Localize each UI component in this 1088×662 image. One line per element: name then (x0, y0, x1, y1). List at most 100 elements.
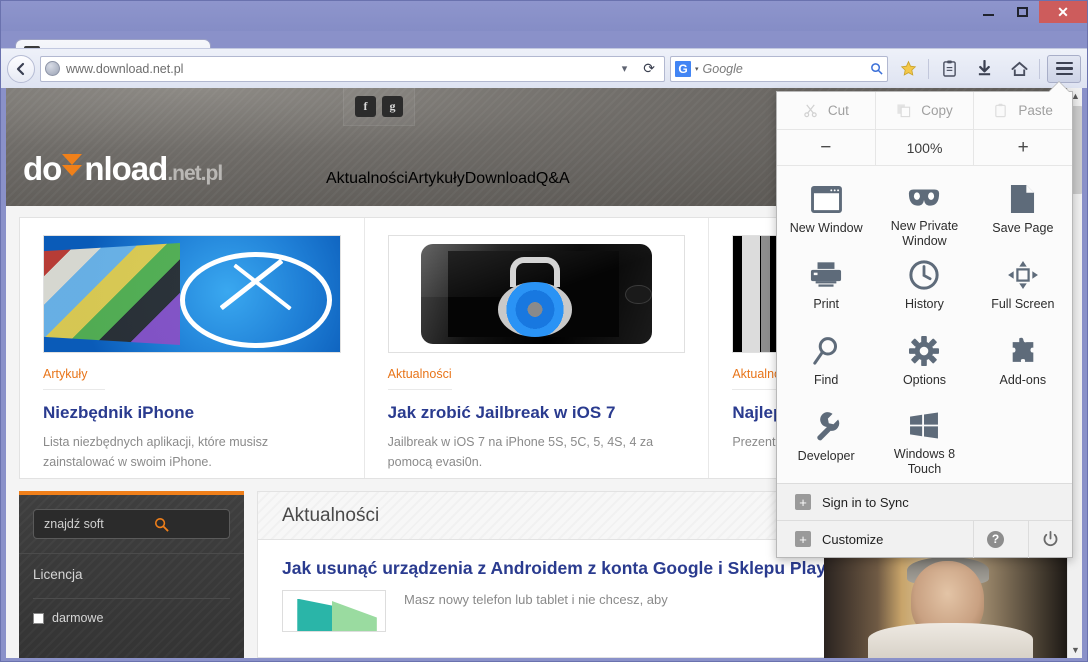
brush-shape (233, 263, 292, 311)
search-icon[interactable] (870, 62, 883, 75)
paste-button[interactable]: Paste (974, 92, 1072, 129)
card-title[interactable]: Jak zrobić Jailbreak w iOS 7 (388, 402, 686, 423)
reading-list-icon[interactable] (934, 55, 964, 83)
cut-button[interactable]: Cut (777, 92, 876, 129)
filter-option-label: darmowe (52, 611, 104, 625)
filter-sidebar: znajdź soft Licencja darmowe (19, 491, 244, 658)
menu-item-label: Windows 8 Touch (893, 446, 956, 477)
site-logo[interactable]: do nload .net.pl (23, 150, 223, 188)
copy-label: Copy (921, 103, 953, 118)
plus-icon: + (795, 531, 811, 547)
app-icons-collage (44, 242, 180, 346)
checkbox-icon[interactable] (33, 612, 44, 624)
scroll-down-arrow-icon[interactable]: ▼ (1068, 642, 1082, 658)
copy-icon (896, 103, 911, 118)
menu-footer: + Sign in to Sync + Customize ? (777, 483, 1072, 558)
card-item-2[interactable]: Aktualności Jak zrobić Jailbreak w iOS 7… (365, 218, 710, 478)
fullscreen-icon (1007, 258, 1038, 292)
card-category[interactable]: Aktualności (387, 367, 452, 390)
news-thumbnail[interactable] (282, 590, 386, 633)
menu-item-addons[interactable]: Add-ons (974, 326, 1072, 402)
downloads-icon[interactable] (969, 55, 999, 83)
copy-button[interactable]: Copy (876, 92, 975, 129)
logo-prefix: do (23, 150, 62, 187)
url-bar[interactable]: www.download.net.pl ▾ ⟳ (40, 55, 665, 82)
close-icon: ✕ (1057, 3, 1069, 20)
home-icon[interactable] (1004, 55, 1034, 83)
search-input[interactable]: Google (703, 62, 866, 76)
wrench-icon (812, 410, 840, 444)
menu-item-windows8-touch[interactable]: Windows 8 Touch (875, 402, 973, 478)
menu-item-print[interactable]: Print (777, 250, 875, 326)
minimize-icon (982, 14, 994, 16)
menu-item-label: New Private Window (890, 218, 959, 249)
card-category[interactable]: Artykuły (43, 367, 105, 390)
nav-item-download[interactable]: Download (465, 170, 536, 188)
sign-in-to-sync-label: Sign in to Sync (822, 494, 909, 510)
card-thumbnail-iphone-lock[interactable] (387, 235, 686, 353)
back-arrow-icon (16, 62, 25, 75)
mask-icon (907, 182, 941, 214)
zoom-level-reset-button[interactable]: 100% (876, 130, 975, 165)
customize-row[interactable]: + Customize ? (777, 520, 1072, 558)
maximize-button[interactable] (1005, 1, 1039, 23)
card-description: Jailbreak w iOS 7 na iPhone 5S, 5C, 5, 4… (387, 435, 654, 469)
logo-chevron-icon (62, 152, 83, 180)
customize-label: Customize (822, 531, 884, 547)
hamburger-menu-button[interactable] (1047, 54, 1081, 83)
card-thumbnail-appstore[interactable] (43, 235, 341, 353)
soft-search-input[interactable]: znajdź soft (33, 509, 230, 539)
navigation-toolbar: www.download.net.pl ▾ ⟳ G ▾ Google (1, 48, 1087, 88)
zoom-out-button[interactable]: − (777, 130, 876, 165)
menu-item-full-screen[interactable]: Full Screen (974, 250, 1072, 326)
logo-suffix: nload (84, 150, 168, 187)
nav-item-artykuly[interactable]: Artykuły (408, 170, 465, 188)
hamburger-icon-line2 (1055, 67, 1073, 70)
pencil-shape (219, 259, 283, 311)
windows-logo-icon (910, 410, 939, 442)
zoom-controls-row: − 100% + (777, 130, 1072, 166)
bookmark-star-icon[interactable] (893, 55, 923, 83)
globe-icon (45, 61, 60, 76)
google-icon[interactable]: G (675, 60, 691, 77)
maximize-icon (1016, 7, 1028, 17)
facebook-button[interactable]: f (355, 96, 376, 117)
card-title[interactable]: Niezbędnik iPhone (43, 402, 341, 423)
menu-item-find[interactable]: Find (777, 326, 875, 402)
menu-item-label: Find (814, 373, 839, 387)
nav-item-qa[interactable]: Q&A (536, 170, 570, 188)
help-button[interactable]: ? (973, 520, 1017, 558)
menu-item-history[interactable]: History (875, 250, 973, 326)
clipboard-icon (993, 103, 1008, 118)
close-button[interactable]: ✕ (1039, 1, 1087, 23)
search-bar[interactable]: G ▾ Google (670, 55, 888, 82)
question-circle-icon: ? (987, 530, 1004, 548)
magnifier-icon[interactable] (154, 517, 219, 532)
menu-item-options[interactable]: Options (875, 326, 973, 402)
reload-icon[interactable]: ⟳ (638, 60, 660, 77)
menu-item-new-window[interactable]: New Window (777, 174, 875, 250)
hamburger-icon-line1 (1055, 61, 1073, 65)
googleplus-button[interactable]: g (382, 96, 403, 117)
url-dropdown-icon[interactable]: ▾ (617, 62, 633, 75)
filter-option-darmowe[interactable]: darmowe (33, 598, 230, 625)
menu-item-label: Add-ons (999, 373, 1047, 387)
article-photo[interactable] (824, 555, 1067, 658)
chevron-down-icon[interactable]: ▾ (695, 65, 699, 73)
card-item-1[interactable]: Artykuły Niezbędnik iPhone Lista niezbęd… (20, 218, 365, 478)
printer-icon (810, 258, 842, 292)
menu-item-label: Full Screen (991, 297, 1055, 311)
zoom-in-button[interactable]: + (974, 130, 1072, 165)
minimize-button[interactable] (971, 1, 1005, 23)
menu-item-save-page[interactable]: Save Page (974, 174, 1072, 250)
sign-in-to-sync-row[interactable]: + Sign in to Sync (777, 483, 1072, 520)
back-button[interactable] (7, 54, 35, 83)
cut-label: Cut (827, 103, 849, 118)
quit-button[interactable] (1028, 520, 1072, 558)
nav-item-aktualnosci[interactable]: Aktualności (326, 170, 408, 188)
gear-icon (909, 334, 940, 368)
menu-item-new-private-window[interactable]: New Private Window (875, 174, 973, 250)
toolbar-separator (928, 58, 929, 79)
menu-item-developer[interactable]: Developer (777, 402, 875, 478)
poster-bar-1 (742, 236, 760, 352)
